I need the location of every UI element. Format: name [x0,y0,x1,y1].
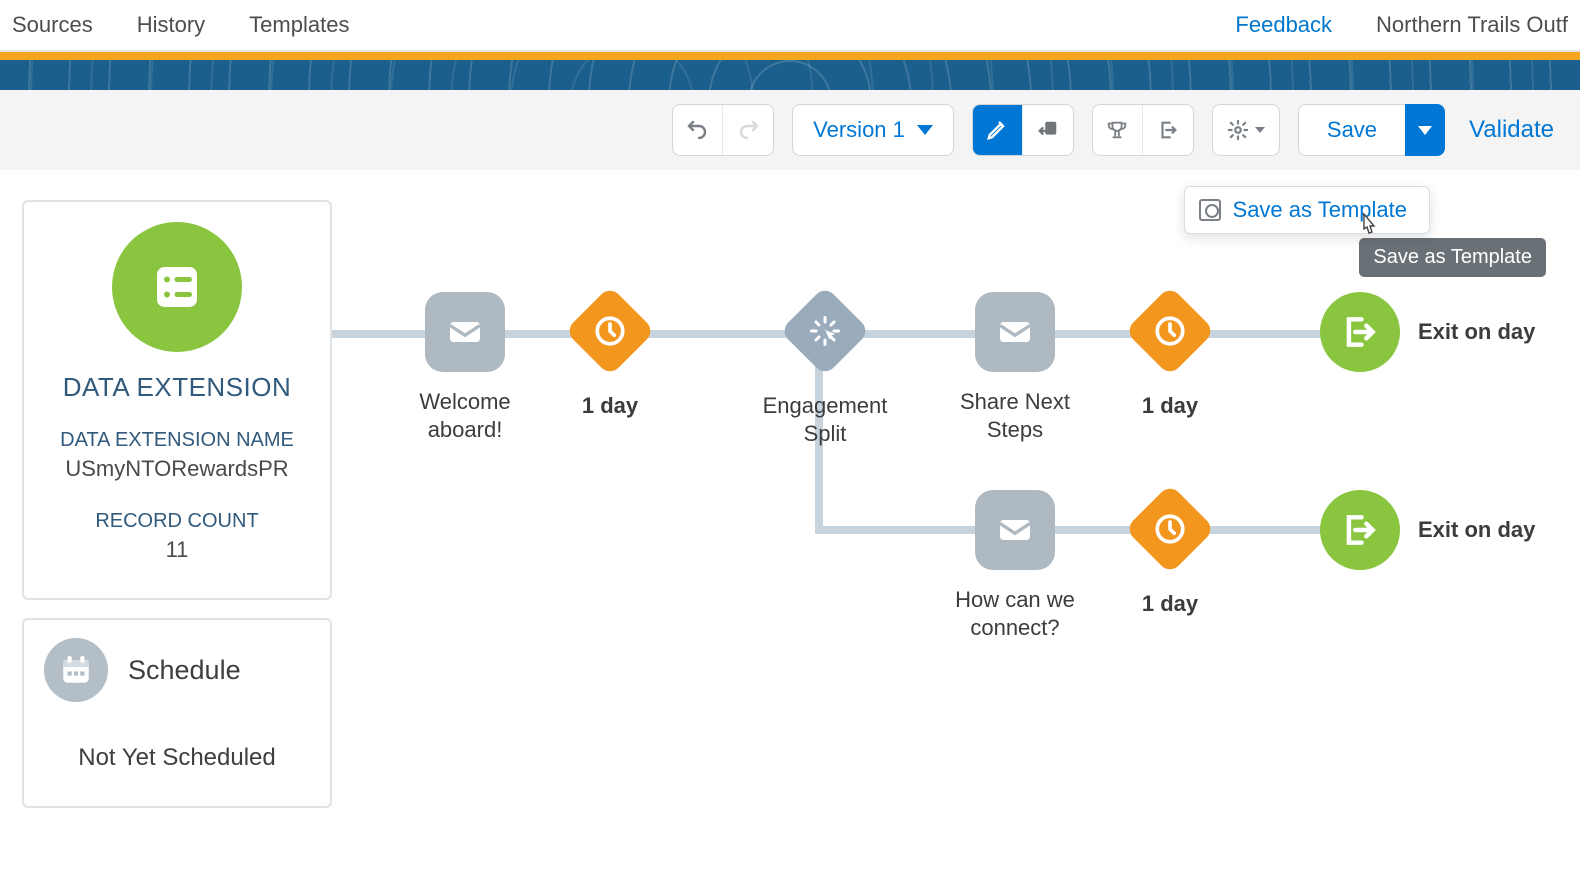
undo-icon [686,118,710,142]
nav-history[interactable]: History [137,12,205,38]
gear-icon [1227,119,1249,141]
node-label: 1 day [565,392,655,420]
save-split-button: Save [1298,104,1445,156]
pencil-icon [986,119,1008,141]
edit-button[interactable] [973,105,1023,155]
entry-title: DATA EXTENSION [44,372,310,403]
template-icon [1199,199,1221,221]
clock-icon [1153,314,1187,348]
exit-button[interactable] [1143,105,1193,155]
node-label: Engagement Split [740,392,910,447]
email-icon [995,312,1035,352]
undo-button[interactable] [673,105,723,155]
node-label: 1 day [1125,590,1215,618]
caret-down-icon [1255,127,1265,133]
tooltip: Save as Template [1359,238,1546,277]
accent-band-blue [0,60,1580,90]
node-email-how[interactable]: How can we connect? [935,490,1095,641]
schedule-status: Not Yet Scheduled [44,744,310,772]
copy-button[interactable] [1023,105,1073,155]
redo-icon [736,118,760,142]
node-label: How can we connect? [935,586,1095,641]
node-wait-2[interactable]: 1 day [1125,286,1215,420]
entry-name-value: USmyNTORewardsPR [44,456,310,482]
entry-source-card[interactable]: DATA EXTENSION DATA EXTENSION NAME USmyN… [22,200,332,600]
node-label: Share Next Steps [935,388,1095,443]
edit-mode-group [972,104,1074,156]
goal-button[interactable] [1093,105,1143,155]
entry-name-label: DATA EXTENSION NAME [44,429,310,452]
node-label: 1 day [1125,392,1215,420]
entry-count-value: 11 [44,537,310,563]
caret-down-icon [917,125,933,135]
node-email-share[interactable]: Share Next Steps [935,292,1095,443]
email-icon [445,312,485,352]
version-dropdown[interactable]: Version 1 [792,104,954,156]
clock-icon [1153,512,1187,546]
calendar-icon [44,638,108,702]
node-email-welcome[interactable]: Welcome aboard! [385,292,545,443]
cursor-pointer-icon [1358,212,1380,238]
validate-button[interactable]: Validate [1463,116,1560,144]
journey-canvas[interactable]: DATA EXTENSION DATA EXTENSION NAME USmyN… [0,170,1580,888]
save-as-template-menu-item[interactable]: Save as Template [1184,186,1430,234]
exit-icon [1157,119,1179,141]
node-label: Exit on day [1418,516,1535,544]
data-extension-icon [112,222,242,352]
redo-button[interactable] [723,105,773,155]
accent-band-orange [0,52,1580,60]
settings-button[interactable] [1213,105,1279,155]
schedule-title: Schedule [128,655,241,686]
toolbar: Version 1 Save Validate [0,90,1580,170]
node-exit-2[interactable]: Exit on day [1320,490,1535,570]
settings-group [1212,104,1280,156]
top-nav: Sources History Templates Feedback North… [0,0,1580,52]
click-icon [807,313,843,349]
caret-down-icon [1418,126,1432,135]
connector [815,526,1395,534]
undo-redo-group [672,104,774,156]
clock-icon [593,314,627,348]
org-switcher[interactable]: Northern Trails Outf [1376,12,1568,38]
copy-enter-icon [1037,119,1059,141]
entry-count-label: RECORD COUNT [44,510,310,533]
node-wait-3[interactable]: 1 day [1125,484,1215,618]
goal-exit-group [1092,104,1194,156]
nav-templates[interactable]: Templates [249,12,349,38]
menu-item-label: Save as Template [1233,197,1407,223]
node-wait-1[interactable]: 1 day [565,286,655,420]
nav-feedback[interactable]: Feedback [1235,12,1332,38]
save-dropdown-toggle[interactable] [1405,104,1445,156]
node-label: Welcome aboard! [385,388,545,443]
node-exit-1[interactable]: Exit on day [1320,292,1535,372]
email-icon [995,510,1035,550]
nav-sources[interactable]: Sources [12,12,93,38]
exit-arrow-icon [1341,313,1379,351]
schedule-card[interactable]: Schedule Not Yet Scheduled [22,618,332,808]
trophy-icon [1106,119,1128,141]
node-engagement-split[interactable]: Engagement Split [740,286,910,447]
exit-arrow-icon [1341,511,1379,549]
version-label: Version 1 [813,117,905,143]
node-label: Exit on day [1418,318,1535,346]
save-button[interactable]: Save [1298,104,1405,156]
